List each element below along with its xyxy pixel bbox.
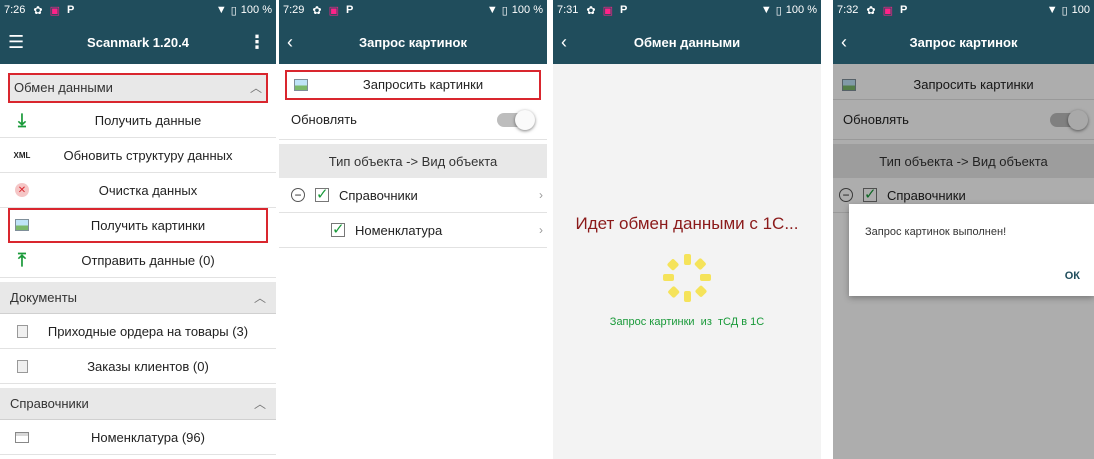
update-toggle[interactable] — [497, 109, 535, 130]
page-title: Запрос картинок — [359, 34, 467, 50]
chevron-up-icon[interactable]: ︿ — [254, 289, 266, 306]
p-status-icon: P — [346, 4, 354, 16]
wifi-icon: ▼ — [1046, 4, 1058, 16]
section-documents-label: Документы — [10, 290, 78, 305]
more-vert-icon[interactable]: ⋮ — [248, 32, 266, 53]
checkbox-checked[interactable] — [331, 220, 345, 238]
settings-status-icon: ✿ — [33, 4, 43, 17]
status-time: 7:26 — [4, 4, 26, 16]
status-bar: 7:32 ✿ ▣ P ▼ ▯ 100 — [833, 0, 1094, 20]
screen-main-menu: 7:26 ✿ ▣ P ▼ ▯ 100 % ☰ Scanmark 1.20.4 ⋮… — [0, 0, 276, 459]
update-label: Обновлять — [291, 112, 357, 127]
tree-item-label: Номенклатура — [355, 222, 443, 238]
dialog-ok-button[interactable]: ОК — [1065, 270, 1080, 282]
request-pictures-button[interactable]: Запросить картинки — [285, 70, 541, 100]
chevron-up-icon[interactable]: ︿ — [254, 395, 266, 412]
completion-dialog: Запрос картинок выполнен! ОК — [849, 204, 1094, 296]
document-icon — [12, 356, 32, 376]
image-icon — [291, 75, 311, 95]
battery-level: 100 % — [785, 4, 817, 16]
status-bar: 7:26 ✿ ▣ P ▼ ▯ 100 % — [0, 0, 276, 20]
progress-text: Запрос картинки из тСД в 1С — [609, 316, 765, 328]
page-title: Запрос картинок — [909, 34, 1018, 50]
battery-icon: ▯ — [775, 4, 782, 17]
document-icon — [12, 321, 32, 341]
tree-item-nomenclature[interactable]: Номенклатура › — [279, 213, 547, 248]
ref-item-nomenclature[interactable]: Номенклатура (96) — [0, 420, 276, 455]
loading-spinner-icon — [663, 254, 711, 302]
update-row: Обновлять — [279, 100, 547, 140]
section-exchange[interactable]: Обмен данными ︿ — [8, 73, 268, 103]
battery-icon: ▯ — [501, 4, 508, 17]
status-time: 7:31 — [557, 4, 579, 16]
screen-data-exchange: 7:31 ✿ ▣ P ▼ ▯ 100 % ‹ Обмен данными Иде… — [553, 0, 821, 459]
app-status-icon: ▣ — [49, 4, 61, 17]
download-icon: ⤓ — [18, 109, 26, 130]
chevron-right-icon: › — [539, 223, 543, 237]
status-bar: 7:31 ✿ ▣ P ▼ ▯ 100 % — [553, 0, 821, 20]
status-bar: 7:29 ✿ ▣ P ▼ ▯ 100 % — [279, 0, 547, 20]
battery-icon: ▯ — [1061, 4, 1068, 17]
screen-request-pictures: 7:29 ✿ ▣ P ▼ ▯ 100 % ‹ Запрос картинок З… — [279, 0, 547, 459]
status-time: 7:32 — [837, 4, 859, 16]
settings-status-icon: ✿ — [312, 4, 322, 17]
dialog-message: Запрос картинок выполнен! — [865, 226, 1007, 238]
section-documents[interactable]: Документы ︿ — [0, 282, 276, 314]
page-title: Обмен данными — [633, 34, 741, 50]
menu-item-get-pictures[interactable]: Получить картинки — [8, 208, 268, 243]
p-status-icon: P — [900, 4, 908, 16]
clear-icon: ✕ — [12, 180, 32, 200]
app-status-icon: ▣ — [602, 4, 614, 17]
upload-icon: ⤒ — [18, 249, 26, 270]
chevron-up-icon[interactable]: ︿ — [250, 79, 262, 96]
wifi-icon: ▼ — [215, 4, 227, 16]
exchange-status-text: Идет обмен данными с 1С... — [575, 214, 799, 233]
page-title: Scanmark 1.20.4 — [87, 34, 189, 50]
doc-item-receipts[interactable]: Приходные ордера на товары (3) — [0, 314, 276, 349]
app-bar: ‹ Запрос картинок — [833, 20, 1094, 64]
screen-request-complete: 7:32 ✿ ▣ P ▼ ▯ 100 ‹ Запрос картинок Зап… — [833, 0, 1094, 459]
app-bar: ☰ Scanmark 1.20.4 ⋮ — [0, 20, 276, 64]
wifi-icon: ▼ — [486, 4, 498, 16]
app-status-icon: ▣ — [328, 4, 340, 17]
settings-status-icon: ✿ — [866, 4, 876, 17]
tree-group-references[interactable]: − Справочники › — [279, 178, 547, 213]
type-header-label: Тип объекта -> Вид объекта — [328, 153, 498, 169]
section-exchange-label: Обмен данными — [14, 80, 113, 95]
wifi-icon: ▼ — [760, 4, 772, 16]
p-status-icon: P — [67, 4, 75, 16]
battery-level: 100 — [1071, 4, 1090, 16]
chevron-right-icon: › — [539, 188, 543, 202]
table-icon — [12, 427, 32, 447]
app-status-icon: ▣ — [882, 4, 894, 17]
app-bar: ‹ Обмен данными — [553, 20, 821, 64]
checkbox-checked[interactable] — [315, 185, 329, 203]
battery-icon: ▯ — [230, 4, 237, 17]
tree-group-label: Справочники — [339, 187, 418, 203]
status-time: 7:29 — [283, 4, 305, 16]
image-icon — [12, 215, 32, 235]
settings-status-icon: ✿ — [586, 4, 596, 17]
app-bar: ‹ Запрос картинок — [279, 20, 547, 64]
type-header: Тип объекта -> Вид объекта — [279, 144, 547, 178]
menu-item-clear-data[interactable]: ✕ Очистка данных — [0, 173, 276, 208]
doc-item-orders[interactable]: Заказы клиентов (0) — [0, 349, 276, 384]
section-references-label: Справочники — [10, 396, 89, 411]
collapse-minus-icon[interactable]: − — [291, 188, 305, 202]
battery-level: 100 % — [511, 4, 543, 16]
battery-level: 100 % — [240, 4, 272, 16]
menu-item-update-structure[interactable]: XML Обновить структуру данных — [0, 138, 276, 173]
p-status-icon: P — [620, 4, 628, 16]
menu-item-get-data[interactable]: ⤓ Получить данные — [0, 103, 276, 138]
menu-item-send-data[interactable]: ⤒ Отправить данные (0) — [0, 243, 276, 278]
xml-icon: XML — [13, 150, 31, 160]
section-references[interactable]: Справочники ︿ — [0, 388, 276, 420]
